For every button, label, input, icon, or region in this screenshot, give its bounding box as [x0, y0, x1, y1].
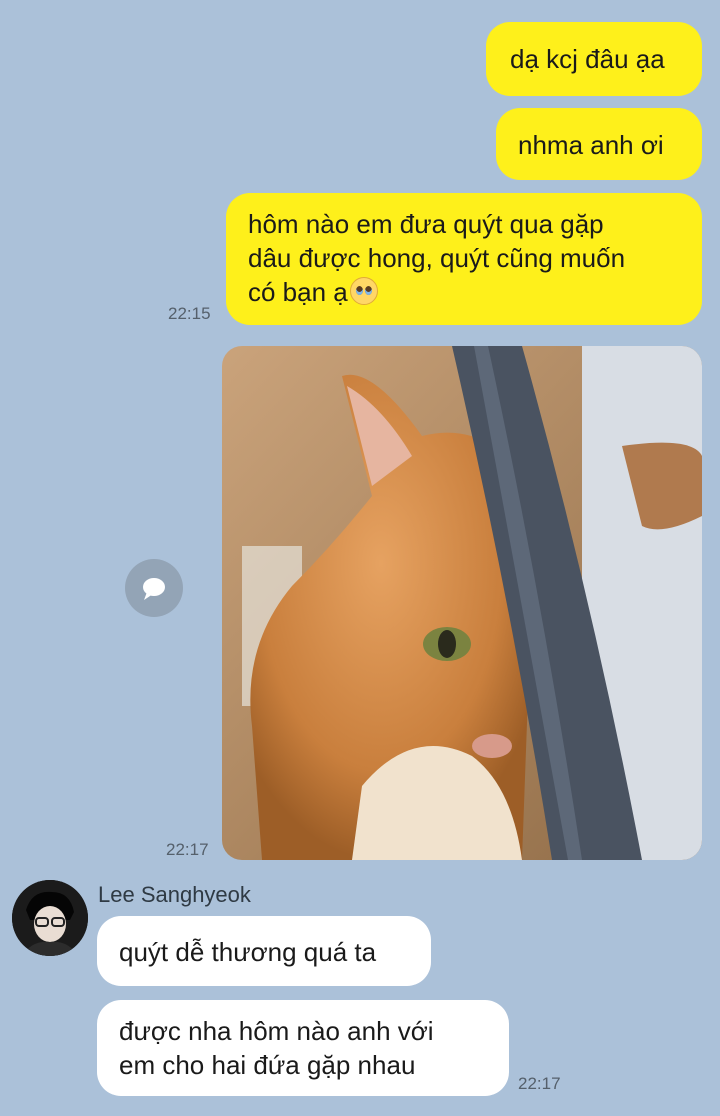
message-text-line: em cho hai đứa gặp nhau: [119, 1050, 416, 1080]
message-text-line: hôm nào em đưa quýt qua gặp: [248, 209, 604, 239]
message-text: dạ kcj đâu ạa: [510, 44, 665, 74]
profile-photo: [12, 880, 88, 956]
outgoing-message[interactable]: nhma anh ơi: [496, 108, 702, 180]
photo-message[interactable]: [222, 346, 702, 860]
share-button[interactable]: [125, 559, 183, 617]
message-text-line: có bạn ạ: [248, 275, 702, 309]
message-timestamp: 22:17: [518, 1074, 561, 1093]
cat-photo: [222, 346, 702, 860]
outgoing-message[interactable]: dạ kcj đâu ạa: [486, 22, 702, 96]
pleading-face-icon: [349, 277, 378, 305]
message-timestamp: 22:17: [166, 840, 209, 859]
chat-bubble-icon: [143, 578, 165, 600]
outgoing-message[interactable]: hôm nào em đưa quýt qua gặp dâu được hon…: [226, 193, 702, 325]
message-text: nhma anh ơi: [518, 130, 664, 160]
message-text-line: dâu được hong, quýt cũng muốn: [248, 243, 626, 273]
incoming-message[interactable]: được nha hôm nào anh với em cho hai đứa …: [97, 1000, 509, 1096]
message-text-line: được nha hôm nào anh với: [119, 1016, 434, 1046]
avatar[interactable]: [12, 880, 88, 956]
incoming-message[interactable]: quýt dễ thương quá ta: [97, 916, 431, 986]
message-timestamp: 22:15: [168, 304, 211, 323]
sender-name: Lee Sanghyeok: [98, 882, 251, 907]
message-text: quýt dễ thương quá ta: [119, 937, 377, 967]
